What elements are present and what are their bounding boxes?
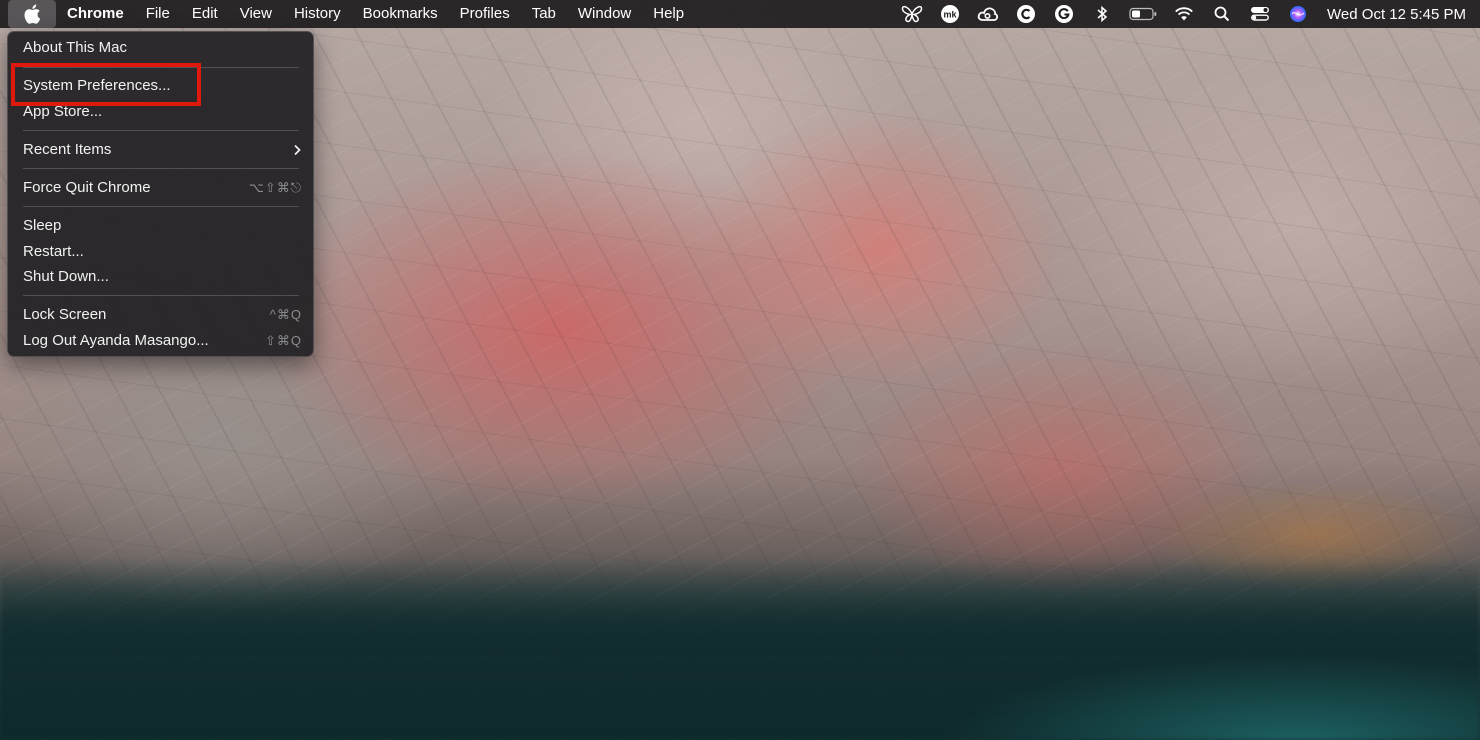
annotation-highlight-box xyxy=(11,63,201,106)
menu-item-label: Recent Items xyxy=(23,141,112,158)
menu-item-force-quit[interactable]: Force Quit Chrome ⌥⇧⌘⎋ xyxy=(13,176,308,200)
menu-item-label: Sleep xyxy=(23,217,62,234)
control-center-icon[interactable] xyxy=(1248,3,1272,25)
apple-logo-icon[interactable] xyxy=(8,0,56,28)
menu-item-label: Shut Down... xyxy=(23,268,109,285)
menu-file[interactable]: File xyxy=(135,0,181,28)
menu-window[interactable]: Window xyxy=(567,0,642,28)
menu-item-lock-screen[interactable]: Lock Screen ^⌘Q xyxy=(13,303,308,327)
menu-item-about-this-mac[interactable]: About This Mac xyxy=(13,36,308,60)
menu-separator xyxy=(23,206,299,207)
siri-icon[interactable] xyxy=(1286,3,1310,25)
menu-separator xyxy=(23,168,299,169)
mk-icon[interactable]: mk xyxy=(938,3,962,25)
c-circle-icon[interactable] xyxy=(1014,3,1038,25)
menu-bar: Chrome File Edit View History Bookmarks … xyxy=(0,0,1480,28)
menu-item-sleep[interactable]: Sleep xyxy=(13,214,308,238)
menu-item-label: Force Quit Chrome xyxy=(23,179,151,196)
battery-icon[interactable] xyxy=(1128,3,1158,25)
grammarly-icon[interactable] xyxy=(1052,3,1076,25)
menu-item-label: Lock Screen xyxy=(23,306,107,323)
menu-item-shortcut: ⇧⌘Q xyxy=(264,333,302,348)
menu-help[interactable]: Help xyxy=(642,0,695,28)
menu-item-restart[interactable]: Restart... xyxy=(13,240,308,264)
chevron-right-icon xyxy=(294,144,301,156)
menu-item-shortcut: ⌥⇧⌘⎋ xyxy=(248,180,302,195)
status-menu-area: mk Wed Oct 12 5:45 PM xyxy=(893,0,1480,28)
menu-item-label: About This Mac xyxy=(23,39,127,56)
svg-text:mk: mk xyxy=(944,10,958,20)
menu-item-shortcut: ^⌘Q xyxy=(269,307,302,322)
menu-item-label: Restart... xyxy=(23,243,84,260)
bluetooth-icon[interactable] xyxy=(1090,3,1114,25)
menu-item-log-out[interactable]: Log Out Ayanda Masango... ⇧⌘Q xyxy=(13,329,308,353)
menu-separator xyxy=(23,130,299,131)
menu-app-name[interactable]: Chrome xyxy=(56,0,135,28)
menu-item-recent-items[interactable]: Recent Items xyxy=(13,138,308,162)
menu-edit[interactable]: Edit xyxy=(181,0,229,28)
menu-bookmarks[interactable]: Bookmarks xyxy=(352,0,449,28)
menu-separator xyxy=(23,295,299,296)
menu-history[interactable]: History xyxy=(283,0,352,28)
wallpaper-water xyxy=(0,560,1480,740)
menu-item-label: Log Out Ayanda Masango... xyxy=(23,332,209,349)
butterfly-icon[interactable] xyxy=(900,3,924,25)
menu-tab[interactable]: Tab xyxy=(521,0,567,28)
menu-view[interactable]: View xyxy=(229,0,283,28)
menu-profiles[interactable]: Profiles xyxy=(449,0,521,28)
search-icon[interactable] xyxy=(1210,3,1234,25)
wifi-icon[interactable] xyxy=(1172,3,1196,25)
clock[interactable]: Wed Oct 12 5:45 PM xyxy=(1327,6,1466,23)
menu-item-shut-down[interactable]: Shut Down... xyxy=(13,265,308,289)
creative-cloud-icon[interactable] xyxy=(976,3,1000,25)
